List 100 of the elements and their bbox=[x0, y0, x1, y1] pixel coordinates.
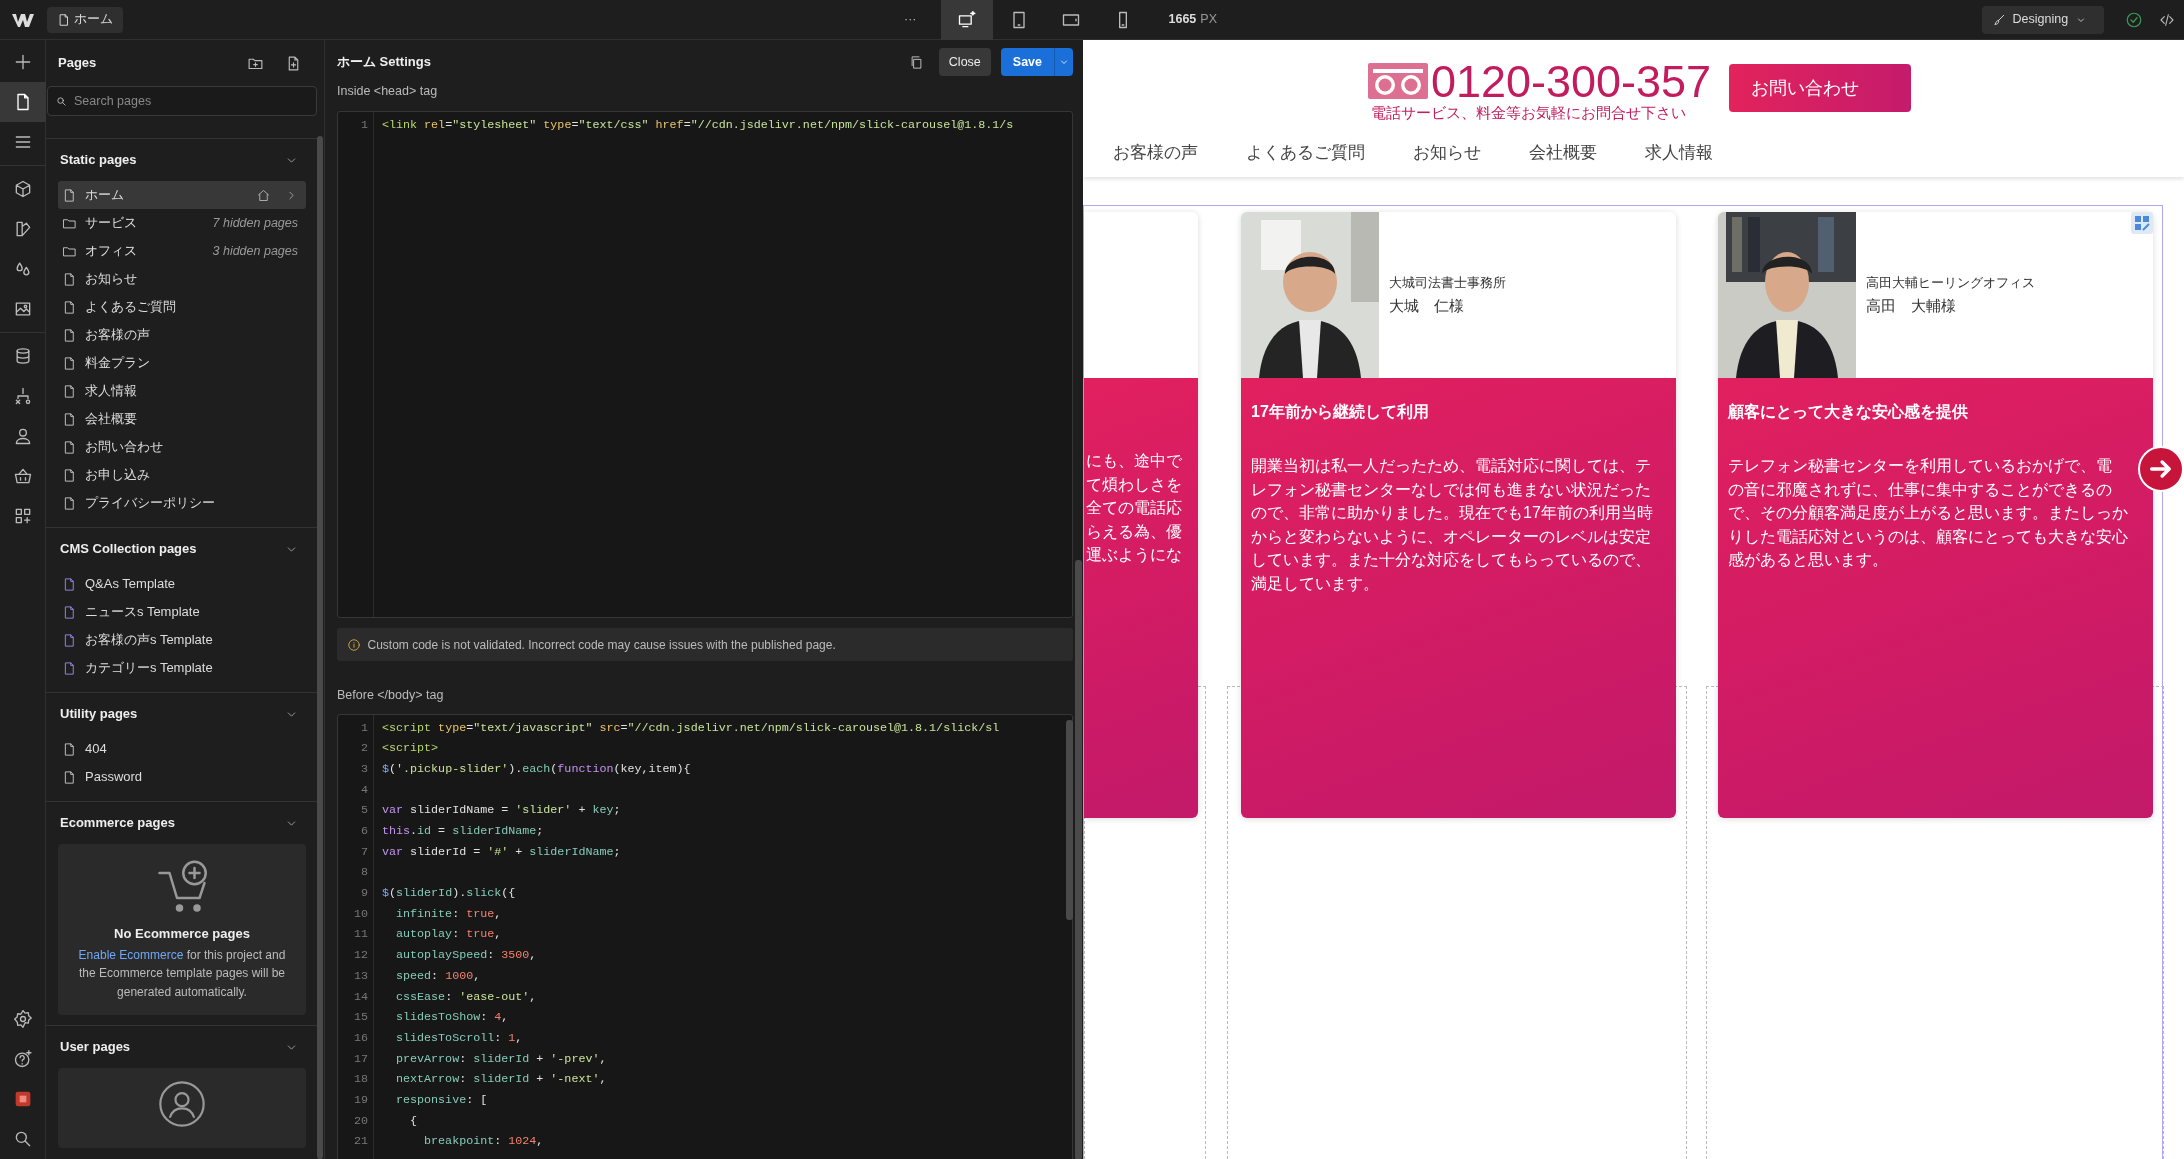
code-line: <link rel="stylesheet" type="text/css" href="//cdn.jsdelivr.net/npm/slick-carousel@1.8.1/s bbox=[382, 116, 1014, 134]
section-title: User pages bbox=[60, 1038, 131, 1057]
testimonial-text: 全ての電話応 bbox=[1086, 498, 1182, 519]
testimonial-text: ので、非常に助かりました。現在でも17年前の利用当時 bbox=[1251, 503, 1653, 524]
contact-button[interactable]: お問い合わせ bbox=[1729, 64, 1912, 112]
testimonial-text: レフォン秘書センターなしでは何も進まない状況だった bbox=[1251, 479, 1651, 500]
line-number: 7 bbox=[360, 843, 369, 861]
page-item[interactable]: よくあるご質問 bbox=[58, 293, 306, 321]
tagline: 電話サービス、料金等お気軽にお問合せ下さい bbox=[1370, 103, 1687, 122]
nav-link[interactable]: 求人情報 bbox=[1645, 140, 1713, 166]
page-icon bbox=[62, 660, 77, 676]
code-icon[interactable] bbox=[2159, 11, 2175, 28]
nav-link[interactable]: お知らせ bbox=[1413, 140, 1481, 166]
section-title: Ecommerce pages bbox=[60, 814, 175, 833]
page-icon bbox=[62, 411, 77, 427]
check-circle-icon[interactable] bbox=[2125, 10, 2143, 29]
brush-icon bbox=[1992, 12, 2006, 27]
search-field[interactable]: Search pages bbox=[47, 86, 317, 116]
desktop-icon[interactable] bbox=[956, 9, 977, 30]
grid-edit-icon[interactable] bbox=[2131, 212, 2153, 234]
page-name: ニュースs Template bbox=[85, 603, 200, 622]
card-title: 顧客にとって大きな安心感を提供 bbox=[1728, 402, 1969, 423]
empty-state-title: No Ecommerce pages bbox=[113, 925, 251, 943]
copy-icon[interactable] bbox=[909, 54, 925, 70]
code-line: var sliderId = '#' + sliderIdName; bbox=[382, 843, 621, 861]
close-button[interactable]: Close bbox=[938, 48, 991, 76]
page-item[interactable]: ニュースs Template bbox=[58, 598, 306, 626]
line-number: 4 bbox=[360, 781, 369, 799]
mode-dropdown[interactable]: Designing bbox=[1982, 5, 2104, 34]
page-item[interactable]: ホーム bbox=[58, 181, 306, 209]
scrollbar[interactable] bbox=[1066, 720, 1073, 920]
page-icon bbox=[62, 576, 77, 592]
testimonial-text: 開業当初は私一人だったため、電話対応に関しては、テ bbox=[1251, 456, 1651, 476]
code-editor[interactable]: 1 <link rel="stylesheet" type="text/css" href="//cdn.jsdelivr.net/npm/slick-carousel@1.8.1/s bbox=[337, 111, 1073, 618]
testimonial-text: テレフォン秘書センターを利用しているおかげで、電 bbox=[1728, 456, 2112, 476]
line-number: 6 bbox=[360, 823, 369, 840]
page-name: 会社概要 bbox=[85, 410, 137, 429]
canvas-width: 1665 bbox=[1168, 11, 1197, 29]
page-item[interactable]: お申し込み bbox=[58, 461, 306, 489]
nav-link[interactable]: お客様の声 bbox=[1113, 140, 1198, 166]
page-icon bbox=[62, 467, 77, 483]
code-line: $('.pickup-slider').each(function(key,item){ bbox=[382, 760, 691, 778]
page-item[interactable]: お問い合わせ bbox=[58, 433, 306, 461]
scrollbar[interactable] bbox=[317, 136, 323, 1159]
settings-icon[interactable] bbox=[12, 1009, 33, 1029]
code-line: responsive: [ bbox=[395, 1091, 488, 1109]
page-chip[interactable]: ホーム bbox=[47, 6, 124, 33]
nav-link[interactable]: よくあるご質問 bbox=[1246, 140, 1365, 166]
code-line: cssEase: 'ease-out', bbox=[395, 988, 537, 1006]
line-number: 1 bbox=[360, 719, 369, 737]
tool-button[interactable] bbox=[0, 82, 46, 122]
line-number: 12 bbox=[352, 947, 369, 965]
section-label: Before </body> tag bbox=[337, 687, 445, 704]
nav-link[interactable]: 会社概要 bbox=[1529, 140, 1597, 166]
page-icon bbox=[57, 12, 71, 27]
line-number: 17 bbox=[352, 1050, 369, 1068]
page-item[interactable]: Password bbox=[58, 763, 306, 791]
page-item[interactable]: カテゴリーs Template bbox=[58, 654, 306, 682]
line-number: 8 bbox=[360, 864, 369, 882]
page-item[interactable]: 404 bbox=[58, 735, 306, 763]
page-item[interactable]: サービス 7 hidden pages bbox=[58, 209, 306, 237]
enable-ecommerce-link[interactable]: Enable Ecommerce bbox=[78, 947, 184, 962]
page-item[interactable]: Q&As Template bbox=[58, 570, 306, 598]
testimonial-text: からと変わらないように、オペレーターのレベルは安定 bbox=[1251, 526, 1651, 547]
page-name: お申し込み bbox=[85, 466, 150, 485]
testimonial-text: にも、途中で bbox=[1086, 451, 1182, 471]
page-item[interactable]: 会社概要 bbox=[58, 405, 306, 433]
page-item[interactable]: プライバシーポリシー bbox=[58, 489, 306, 517]
code-line: infinite: true, bbox=[395, 905, 502, 923]
code-line: var sliderIdName = 'slider' + key; bbox=[382, 802, 621, 820]
page-icon bbox=[62, 495, 77, 511]
help-icon[interactable] bbox=[12, 1049, 33, 1069]
page-item[interactable]: オフィス 3 hidden pages bbox=[58, 237, 306, 265]
line-number: 2 bbox=[360, 740, 369, 758]
code-line: <script type="text/javascript" src="//cdn.jsdelivr.net/npm/slick-carousel@1.8.1/slick/sl bbox=[382, 719, 1000, 737]
basket-icon[interactable] bbox=[12, 466, 33, 486]
testimonial-text: 満足しています。 bbox=[1251, 573, 1379, 594]
code-editor[interactable] bbox=[337, 714, 1073, 1159]
page-name: お問い合わせ bbox=[85, 438, 163, 457]
card-title: 17年前から継続して利用 bbox=[1251, 402, 1430, 422]
line-number: 19 bbox=[352, 1091, 369, 1109]
user-icon bbox=[156, 1078, 208, 1130]
info-icon bbox=[347, 637, 361, 652]
free-dial-icon bbox=[1367, 63, 1428, 99]
page-item[interactable]: お客様の声s Template bbox=[58, 626, 306, 654]
scrollbar[interactable] bbox=[1075, 560, 1082, 1159]
page-item[interactable]: 料金プラン bbox=[58, 349, 306, 377]
page-icon bbox=[62, 383, 77, 399]
page-item[interactable]: お客様の声 bbox=[58, 321, 306, 349]
width-unit: PX bbox=[1200, 11, 1217, 29]
page-item[interactable]: 求人情報 bbox=[58, 377, 306, 405]
page-name: お客様の声 bbox=[85, 326, 150, 345]
warning-text: Custom code is not validated. Incorrect code may cause issues with the published page. bbox=[367, 636, 836, 654]
page-name: サービス bbox=[85, 214, 137, 233]
company-name: 高田大輔ヒーリングオフィス bbox=[1866, 275, 2035, 292]
customer-name: 高田 大輔様 bbox=[1866, 295, 1957, 316]
more-button[interactable]: ··· bbox=[894, 5, 927, 34]
device-button[interactable] bbox=[940, 0, 993, 40]
page-item[interactable]: お知らせ bbox=[58, 265, 306, 293]
save-button[interactable]: Save bbox=[1000, 48, 1054, 76]
